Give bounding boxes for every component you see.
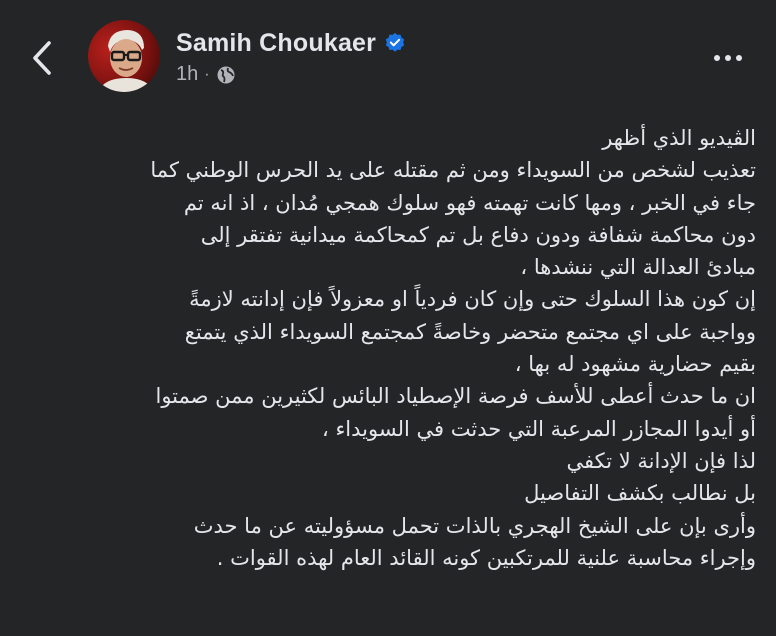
meta-separator: ·: [204, 65, 210, 83]
post-line: وأرى بإن على الشيخ الهجري بالذات تحمل مس…: [193, 513, 756, 538]
more-options-button[interactable]: [704, 48, 752, 68]
verified-badge-icon: [384, 32, 406, 54]
post-line: مبادئ العدالة التي ننشدها ،: [520, 255, 756, 280]
avatar[interactable]: [88, 20, 160, 92]
post-line: وواجبة على اي مجتمع متحضر وخاصةً كمجتمع …: [184, 319, 756, 344]
post-line: جاء في الخبر ، ومها كانت تهمته فهو سلوك …: [183, 190, 756, 215]
post-line: دون محاكمة شفافة ودون دفاع بل تم كمحاكمة…: [200, 222, 756, 247]
timestamp[interactable]: 1h: [176, 63, 198, 86]
author-row: Samih Choukaer: [176, 26, 406, 60]
post-line: بل نطالب بكشف التفاصيل: [524, 481, 756, 506]
post-header: Samih Choukaer 1h ·: [0, 0, 776, 110]
post-line: إن كون هذا السلوك حتى وإن كان فردياً او …: [189, 287, 756, 312]
globe-icon[interactable]: [216, 65, 236, 85]
post-line: الڤيديو الذي أظهر: [602, 126, 756, 150]
post-line: ان ما حدث أعطى للأسف فرصة الإصطياد البائ…: [155, 384, 757, 409]
more-horizontal-icon: [714, 55, 720, 61]
post-text: الڤيديو الذي أظهر تعذيب لشخص من السويداء…: [20, 122, 756, 574]
more-horizontal-icon-dot: [736, 55, 742, 61]
more-horizontal-icon-dot: [725, 55, 731, 61]
avatar-image: [88, 20, 160, 92]
author-name[interactable]: Samih Choukaer: [176, 29, 376, 58]
chevron-left-icon: [33, 41, 51, 75]
post-line: لذا فإن الإدانة لا تكفي: [566, 448, 756, 473]
post-line: وإجراء محاسبة علنية للمرتكبين كونه القائ…: [216, 545, 756, 570]
back-button[interactable]: [24, 38, 60, 78]
post-meta: 1h ·: [176, 63, 236, 86]
post-line: تعذيب لشخص من السويداء ومن ثم مقتله على …: [150, 158, 756, 183]
post-line: أو أيدوا المجازر المرعبة التي حدثت في ال…: [321, 416, 756, 441]
post-line: بقيم حضارية مشهود له بها ،: [514, 352, 756, 377]
